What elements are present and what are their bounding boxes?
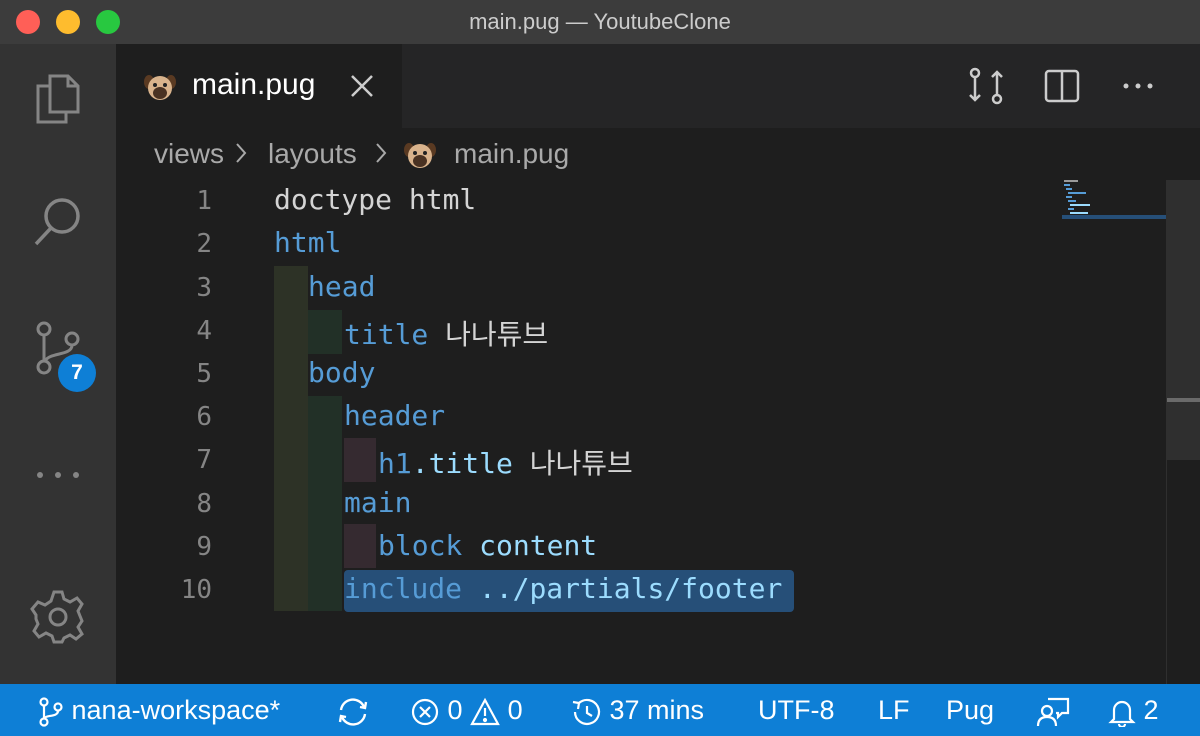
code-token: 나나튜브 (512, 447, 633, 480)
sync-icon[interactable] (336, 695, 370, 727)
explorer-icon[interactable] (30, 70, 86, 126)
notification-count: 2 (1143, 695, 1159, 725)
time-tracker-status[interactable]: 37 mins (570, 695, 704, 727)
title-bar: main.pug — YoutubeClone (0, 0, 1200, 44)
code-line-5: body (308, 356, 375, 389)
settings-gear-icon[interactable] (30, 588, 86, 644)
git-branch-icon (38, 695, 64, 727)
code-line-7: h1.title 나나튜브 (378, 442, 633, 482)
code-token: 나나튜브 (428, 318, 549, 351)
code-token: include (344, 572, 463, 605)
warning-icon (470, 695, 500, 725)
breadcrumb-views[interactable]: views (154, 138, 224, 170)
line-number: 2 (196, 229, 212, 259)
scrollbar-cursor-marker (1167, 398, 1200, 402)
code-token: doctype html (274, 183, 477, 216)
indent-guide (344, 438, 376, 482)
breadcrumb-layouts[interactable]: layouts (268, 138, 357, 170)
branch-status[interactable]: nana-workspace* (38, 695, 280, 727)
code-line-10: include ../partials/footer (344, 572, 782, 605)
tab-label: main.pug (192, 68, 316, 101)
code-token: body (308, 356, 376, 389)
code-token: block (378, 529, 463, 562)
branch-name: nana-workspace* (71, 695, 281, 725)
line-number: 5 (196, 359, 212, 389)
code-token: main (344, 486, 412, 519)
feedback-icon[interactable] (1036, 695, 1070, 727)
encoding-status[interactable]: UTF-8 (758, 695, 835, 726)
code-token: title (344, 318, 429, 351)
problems-status[interactable]: 0 0 (410, 695, 523, 727)
code-line-2: html (274, 226, 341, 259)
scrollbar-thumb[interactable] (1167, 180, 1200, 460)
code-line-9: block content (378, 529, 597, 562)
status-bar: nana-workspace* 0 0 37 mins UTF-8 LF Pug… (0, 684, 1200, 736)
language-mode-status[interactable]: Pug (946, 695, 994, 726)
search-icon[interactable] (30, 194, 86, 250)
chevron-right-icon (374, 136, 388, 175)
error-icon (410, 695, 440, 725)
line-number: 6 (196, 402, 212, 432)
code-line-8: main (344, 486, 411, 519)
code-token: ../partials/footer (462, 572, 783, 605)
line-number: 9 (196, 532, 212, 562)
code-line-6: header (344, 399, 445, 432)
indent-guide (344, 524, 376, 568)
timer-text: 37 mins (609, 695, 705, 725)
eol-status[interactable]: LF (878, 695, 910, 726)
code-line-3: head (308, 270, 375, 303)
minimap[interactable] (1062, 180, 1166, 226)
line-number: 7 (196, 445, 212, 475)
indent-guide (274, 266, 308, 611)
tab-bar: main.pug (116, 44, 1200, 128)
more-icon[interactable] (30, 446, 86, 502)
vscode-window: main.pug — YoutubeClone 7 main.pug views… (0, 0, 1200, 736)
source-control-badge: 7 (58, 354, 96, 392)
notifications-status[interactable]: 2 (1108, 695, 1159, 728)
code-line-4: title 나나튜브 (344, 313, 548, 353)
code-token: .title (411, 447, 513, 480)
code-token: head (308, 270, 376, 303)
pug-file-icon (404, 140, 436, 177)
pug-file-icon (144, 72, 176, 102)
line-number: 10 (180, 575, 212, 605)
window-title: main.pug — YoutubeClone (469, 9, 731, 34)
line-number: 4 (196, 316, 212, 346)
indent-guide (308, 310, 342, 354)
code-token: header (344, 399, 446, 432)
warning-count: 0 (507, 695, 523, 725)
code-token: h1 (378, 447, 412, 480)
more-actions-icon[interactable] (1118, 66, 1158, 106)
close-tab-icon[interactable] (348, 72, 376, 100)
chevron-right-icon (234, 136, 248, 175)
history-icon (570, 695, 602, 725)
bell-icon (1108, 695, 1136, 728)
code-line-1: doctype html (274, 183, 476, 216)
code-editor[interactable]: 1 2 3 4 5 6 7 8 9 10 doctype html html h… (116, 180, 1200, 684)
line-number: 8 (196, 489, 212, 519)
open-changes-icon[interactable] (966, 66, 1006, 106)
line-number: 1 (196, 186, 212, 216)
tab-main-pug[interactable]: main.pug (116, 44, 402, 128)
code-token: html (274, 226, 342, 259)
indent-guide (308, 396, 342, 611)
breadcrumb: views layouts main.pug (116, 128, 1200, 180)
split-editor-icon[interactable] (1042, 66, 1082, 106)
line-number: 3 (196, 273, 212, 303)
breadcrumb-file[interactable]: main.pug (454, 138, 569, 170)
error-count: 0 (447, 695, 463, 725)
activity-bar: 7 (0, 44, 116, 684)
code-token: content (462, 529, 598, 562)
